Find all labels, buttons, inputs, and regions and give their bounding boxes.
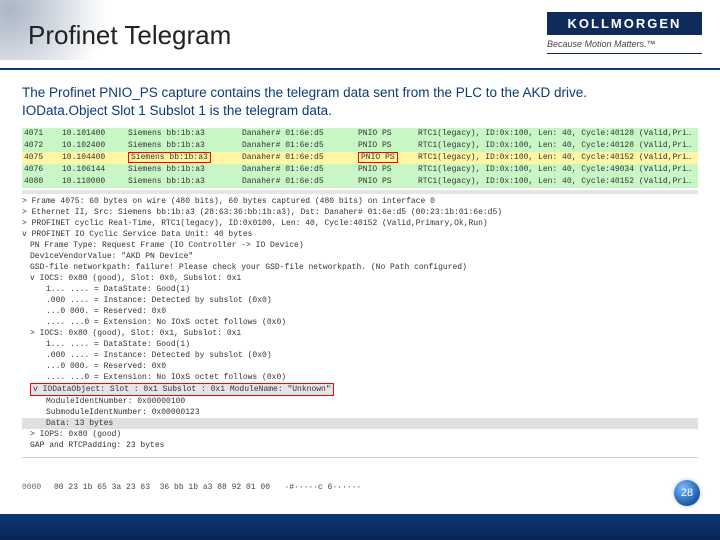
footer-bar: [0, 514, 720, 540]
tree-iocs-0-instance: .000 .... = Instance: Detected by subslo…: [22, 295, 698, 306]
tree-iocs-0[interactable]: v IOCS: 0x80 (good), Slot: 0x0, Subslot:…: [22, 273, 698, 284]
packet-time: 10.102400: [62, 140, 124, 152]
packet-protocol: PNIO PS: [358, 140, 414, 152]
packet-no: 4080: [24, 176, 58, 188]
packet-row[interactable]: 4076 10.106144 Siemens bb:1b:a3 Danaher# 01…: [22, 164, 698, 176]
packet-source: Siemens bb:1b:a3: [128, 164, 238, 176]
slide-root: Profinet Telegram KOLLMORGEN Because Mot…: [0, 0, 720, 540]
description: The Profinet PNIO_PS capture contains th…: [0, 70, 720, 126]
protocol-tree: > Frame 4075: 60 bytes on wire (480 bits…: [22, 196, 698, 451]
packet-no: 4076: [24, 164, 58, 176]
packet-protocol: PNIO PS: [358, 164, 414, 176]
slide-title: Profinet Telegram: [28, 20, 231, 51]
packet-protocol: PNIO PS: [358, 128, 414, 140]
highlight-iodataobject: v IODataObject: Slot : 0x1 Subslot : 0x1…: [30, 383, 334, 396]
packet-info: RTC1(legacy), ID:0x:100, Len: 40, Cycle:…: [418, 128, 696, 140]
packet-info: RTC1(legacy), ID:0x:100, Len: 40, Cycle:…: [418, 176, 696, 188]
tree-iocs-0-datastate: 1... .... = DataState: Good(1): [22, 284, 698, 295]
packet-time: 10.101400: [62, 128, 124, 140]
packet-source-highlight: Siemens bb:1b:a3: [128, 152, 211, 163]
tree-pn-rt[interactable]: > PROFINET cyclic Real-Time, RTC1(legacy…: [22, 218, 698, 229]
tree-data-bytes: Data: 13 bytes: [22, 418, 698, 429]
packet-info: RTC1(legacy), ID:0x:100, Len: 40, Cycle:…: [418, 140, 696, 152]
packet-no: 4075: [24, 152, 58, 164]
panel-separator: [22, 190, 698, 194]
packet-protocol: PNIO PS: [358, 176, 414, 188]
packet-source: Siemens bb:1b:a3: [128, 176, 238, 188]
tree-iocs-0-reserved: ...0 000. = Reserved: 0x0: [22, 306, 698, 317]
tree-iocs-1-datastate: 1... .... = DataState: Good(1): [22, 339, 698, 350]
tree-gap-padding: GAP and RTCPadding: 23 bytes: [22, 440, 698, 451]
packet-protocol-highlight: PNIO PS: [358, 152, 398, 163]
brand-box: KOLLMORGEN Because Motion Matters.™: [547, 12, 702, 54]
packet-row[interactable]: 4075 10.104400 Siemens bb:1b:a3 Danaher# 01…: [22, 152, 698, 164]
packet-destination: Danaher# 01:6e:d5: [242, 152, 354, 164]
packet-source: Siemens bb:1b:a3: [128, 152, 238, 164]
slide-header: Profinet Telegram KOLLMORGEN Because Mot…: [0, 0, 720, 70]
tree-iocs-1[interactable]: > IOCS: 0x80 (good), Slot: 0x1, Subslot:…: [22, 328, 698, 339]
packet-source: Siemens bb:1b:a3: [128, 140, 238, 152]
packet-row[interactable]: 4071 10.101400 Siemens bb:1b:a3 Danaher# 01…: [22, 128, 698, 140]
brand-name: KOLLMORGEN: [547, 12, 702, 35]
brand-tagline: Because Motion Matters.™: [547, 35, 702, 54]
tree-frame-type: PN Frame Type: Request Frame (IO Control…: [22, 240, 698, 251]
tree-pn-io[interactable]: v PROFINET IO Cyclic Service Data Unit: …: [22, 229, 698, 240]
tree-device-vendor: DeviceVendorValue: "AKD PN Device": [22, 251, 698, 262]
tree-module-ident: ModuleIdentNumber: 0x00000100: [22, 396, 698, 407]
hex-row-0: 000000 23 1b 65 3a 23 63 36 bb 1b a3 88 …: [22, 482, 698, 493]
packet-destination: Danaher# 01:6e:d5: [242, 164, 354, 176]
tree-gsd-warning: GSD-file networkpath: failure! Please ch…: [22, 262, 698, 273]
packet-no: 4072: [24, 140, 58, 152]
packet-protocol: PNIO PS: [358, 152, 414, 164]
packet-destination: Danaher# 01:6e:d5: [242, 140, 354, 152]
tree-iocs-0-ext: .... ...0 = Extension: No IOxS octet fol…: [22, 317, 698, 328]
tree-submodule-ident: SubmoduleIdentNumber: 0x00000123: [22, 407, 698, 418]
packet-info: RTC1(legacy), ID:0x:100, Len: 40, Cycle:…: [418, 164, 696, 176]
packet-capture-panel: 4071 10.101400 Siemens bb:1b:a3 Danaher# 01…: [22, 128, 698, 451]
packet-time: 10.106144: [62, 164, 124, 176]
packet-info: RTC1(legacy), ID:0x:100, Len: 40, Cycle:…: [418, 152, 696, 164]
packet-row[interactable]: 4080 10.110000 Siemens bb:1b:a3 Danaher# 01…: [22, 176, 698, 188]
packet-destination: Danaher# 01:6e:d5: [242, 176, 354, 188]
packet-time: 10.110000: [62, 176, 124, 188]
tree-frame[interactable]: > Frame 4075: 60 bytes on wire (480 bits…: [22, 196, 698, 207]
packet-no: 4071: [24, 128, 58, 140]
description-line-1: The Profinet PNIO_PS capture contains th…: [22, 84, 698, 102]
packet-time: 10.104400: [62, 152, 124, 164]
tree-iocs-1-instance: .000 .... = Instance: Detected by subslo…: [22, 350, 698, 361]
tree-iops[interactable]: > IOPS: 0x80 (good): [22, 429, 698, 440]
tree-ethernet[interactable]: > Ethernet II, Src: Siemens bb:1b:a3 (28…: [22, 207, 698, 218]
packet-destination: Danaher# 01:6e:d5: [242, 128, 354, 140]
tree-iodataobject[interactable]: v IODataObject: Slot : 0x1 Subslot : 0x1…: [22, 383, 698, 396]
packet-row[interactable]: 4072 10.102400 Siemens bb:1b:a3 Danaher# 01…: [22, 140, 698, 152]
tree-iocs-1-reserved: ...0 000. = Reserved: 0x0: [22, 361, 698, 372]
page-number-badge: 28: [674, 480, 700, 506]
tree-iocs-1-ext: .... ...0 = Extension: No IOxS octet fol…: [22, 372, 698, 383]
description-line-2: IOData.Object Slot 1 Subslot 1 is the te…: [22, 102, 698, 120]
packet-source: Siemens bb:1b:a3: [128, 128, 238, 140]
